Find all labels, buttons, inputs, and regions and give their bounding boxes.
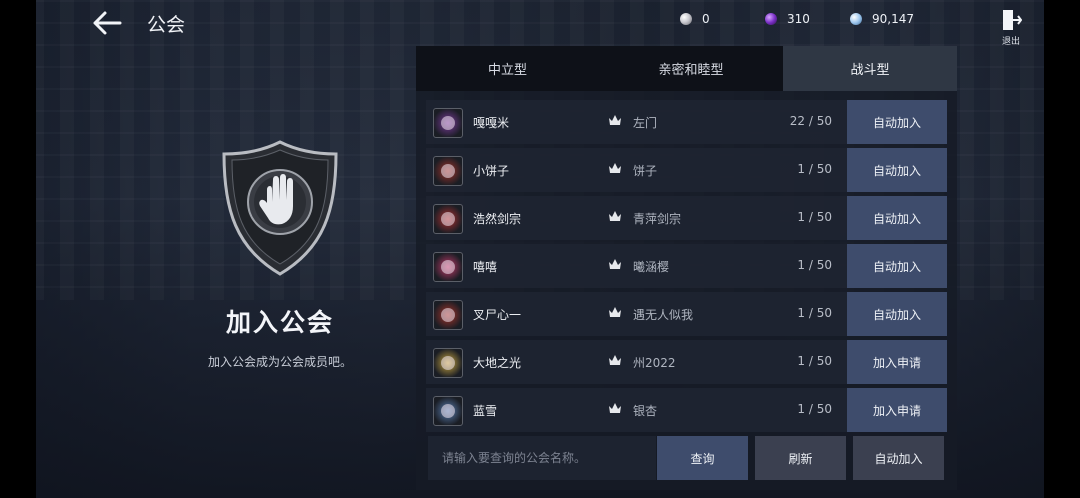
search-bar: 查询 刷新 自动加入	[426, 436, 947, 480]
crystal-icon	[850, 13, 862, 25]
guild-name: 大地之光	[473, 356, 522, 370]
auto-join-all-button[interactable]: 自动加入	[853, 436, 944, 480]
guild-row[interactable]: 嘻嘻 曦涵樱 1 / 50 自动加入	[426, 244, 947, 288]
member-count: 1 / 50	[797, 354, 832, 368]
screen-edge-left	[0, 0, 36, 498]
guild-search-input[interactable]	[428, 436, 656, 480]
guild-name: 嘎嘎米	[473, 116, 510, 130]
member-count: 1 / 50	[797, 162, 832, 176]
crown-icon	[609, 115, 621, 125]
guild-name: 小饼子	[473, 164, 510, 178]
member-count: 1 / 50	[797, 402, 832, 416]
refresh-button[interactable]: 刷新	[755, 436, 846, 480]
guild-shield-emblem	[220, 140, 340, 276]
guild-row[interactable]: 浩然剑宗 青萍剑宗 1 / 50 自动加入	[426, 196, 947, 240]
join-guild-button[interactable]: 自动加入	[847, 148, 947, 192]
guild-row[interactable]: 叉尸心一 遇无人似我 1 / 50 自动加入	[426, 292, 947, 336]
currency-pearl: 0	[680, 12, 710, 26]
join-guild-button[interactable]: 自动加入	[847, 196, 947, 240]
guild-name: 蓝雪	[473, 404, 498, 418]
guild-list: 嘎嘎米 左门 22 / 50 自动加入 小饼子 饼子 1 / 50 自动加入 浩然剑宗 青萍剑宗 1…	[426, 100, 947, 436]
guild-leader: 左门	[633, 116, 658, 130]
join-guild-button[interactable]: 自动加入	[847, 244, 947, 288]
tab-combat[interactable]: 战斗型	[783, 46, 957, 91]
currency-value: 90,147	[872, 12, 914, 26]
currency-value: 0	[702, 12, 710, 26]
guild-type-tabs: 中立型 亲密和睦型 战斗型	[416, 46, 957, 91]
guild-row[interactable]: 大地之光 州2022 1 / 50 加入申请	[426, 340, 947, 384]
guild-leader: 青萍剑宗	[633, 212, 682, 226]
member-count: 1 / 50	[797, 306, 832, 320]
back-arrow-icon[interactable]	[92, 10, 122, 36]
crown-icon	[609, 355, 621, 365]
join-guild-button[interactable]: 加入申请	[847, 340, 947, 384]
guild-row[interactable]: 小饼子 饼子 1 / 50 自动加入	[426, 148, 947, 192]
tab-neutral[interactable]: 中立型	[416, 46, 599, 91]
join-guild-button[interactable]: 自动加入	[847, 292, 947, 336]
page-title: 公会	[147, 14, 186, 36]
join-guild-description: 加入公会成为公会成员吧。	[207, 355, 352, 369]
crown-icon	[609, 163, 621, 173]
query-button[interactable]: 查询	[657, 436, 748, 480]
guild-emblem-icon	[433, 204, 463, 234]
guild-name: 嘻嘻	[473, 260, 498, 274]
guild-leader: 饼子	[633, 164, 658, 178]
pearl-icon	[680, 13, 692, 25]
guild-emblem-icon	[433, 396, 463, 426]
join-guild-button[interactable]: 自动加入	[847, 100, 947, 144]
screen-edge-right	[1044, 0, 1080, 498]
crown-icon	[609, 211, 621, 221]
purple-gem-icon	[765, 13, 777, 25]
member-count: 1 / 50	[797, 210, 832, 224]
guild-leader: 州2022	[633, 356, 676, 370]
currency-crystal: 90,147	[850, 12, 914, 26]
guild-leader: 遇无人似我	[633, 308, 694, 322]
guild-row[interactable]: 嘎嘎米 左门 22 / 50 自动加入	[426, 100, 947, 144]
member-count: 1 / 50	[797, 258, 832, 272]
guild-emblem-icon	[433, 252, 463, 282]
crown-icon	[609, 259, 621, 269]
guild-leader: 曦涵樱	[633, 260, 670, 274]
tab-friendly[interactable]: 亲密和睦型	[599, 46, 783, 91]
guild-emblem-icon	[433, 348, 463, 378]
guild-emblem-icon	[433, 300, 463, 330]
currency-purple-gem: 310	[765, 12, 810, 26]
crown-icon	[609, 403, 621, 413]
guild-leader: 银杏	[633, 404, 658, 418]
exit-label: 退出	[1001, 37, 1020, 47]
guild-emblem-icon	[433, 108, 463, 138]
exit-button[interactable]: 退出	[996, 8, 1026, 47]
join-guild-button[interactable]: 加入申请	[847, 388, 947, 432]
join-guild-title: 加入公会	[225, 308, 334, 337]
guild-emblem-icon	[433, 156, 463, 186]
crown-icon	[609, 307, 621, 317]
exit-door-icon	[1003, 10, 1023, 30]
currency-value: 310	[787, 12, 810, 26]
guild-row[interactable]: 蓝雪 银杏 1 / 50 加入申请	[426, 388, 947, 432]
guild-name: 叉尸心一	[473, 308, 522, 322]
member-count: 22 / 50	[789, 114, 832, 128]
guild-list-panel: 中立型 亲密和睦型 战斗型 嘎嘎米 左门 22 / 50 自动加入 小饼子 饼子 1 / 5…	[416, 46, 957, 490]
guild-name: 浩然剑宗	[473, 212, 522, 226]
